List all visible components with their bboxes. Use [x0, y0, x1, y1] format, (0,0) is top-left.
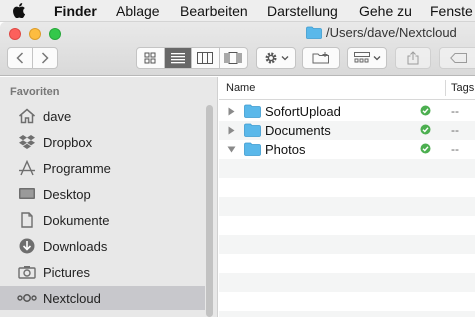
folder-icon	[244, 142, 261, 156]
file-tags: --	[451, 142, 459, 156]
view-list-button[interactable]	[164, 48, 192, 68]
empty-row	[219, 159, 475, 178]
window-title: /Users/dave/Nextcloud	[306, 25, 457, 41]
chevron-left-icon	[16, 52, 24, 64]
empty-row	[219, 311, 475, 317]
gear-icon	[264, 52, 277, 64]
tags-button[interactable]	[439, 47, 475, 69]
sidebar-item-label: Dropbox	[43, 134, 93, 150]
file-tags: --	[451, 104, 459, 118]
menu-fenster[interactable]: Fenste	[430, 3, 473, 19]
zoom-button[interactable]	[49, 28, 61, 40]
close-button[interactable]	[9, 28, 21, 40]
column-separator[interactable]	[445, 80, 446, 96]
sync-ok-icon	[420, 124, 431, 135]
action-button[interactable]	[256, 47, 296, 69]
sidebar-item-pictures[interactable]: Pictures	[0, 260, 205, 284]
file-list: Name Tags SofortUpload -- Documents -- P…	[219, 77, 475, 317]
new-folder-icon	[312, 52, 329, 64]
empty-row	[219, 197, 475, 216]
share-button[interactable]	[395, 47, 431, 69]
file-name: Documents	[265, 123, 331, 138]
sidebar-item-label: Dokumente	[43, 212, 110, 228]
sidebar-scrollbar[interactable]	[206, 105, 213, 317]
empty-row	[219, 235, 475, 254]
sidebar-item-dave[interactable]: dave	[0, 104, 205, 128]
list-icon	[170, 53, 185, 64]
sidebar-item-label: Nextcloud	[43, 290, 101, 306]
chevron-down-icon	[281, 56, 288, 61]
tag-icon	[450, 53, 467, 63]
sidebar-item-dropbox[interactable]: Dropbox	[0, 130, 205, 154]
chevron-right-icon	[41, 52, 49, 64]
list-item[interactable]: Documents --	[219, 121, 475, 140]
gallery-icon	[224, 52, 242, 64]
downloads-icon	[17, 237, 37, 255]
menu-gehe-zu[interactable]: Gehe zu	[359, 3, 412, 19]
sidebar-item-downloads[interactable]: Downloads	[0, 234, 205, 258]
view-icons-button[interactable]	[137, 48, 165, 68]
finder-window: /Users/dave/Nextcloud Favoriten dave Dro…	[0, 22, 475, 317]
sidebar-section-favorites: Favoriten	[10, 86, 60, 98]
new-folder-button[interactable]	[302, 47, 340, 69]
menu-darstellung[interactable]: Darstellung	[267, 3, 338, 19]
sync-ok-icon	[420, 105, 431, 116]
menu-ablage[interactable]: Ablage	[116, 3, 160, 19]
sidebar-item-desktop[interactable]: Desktop	[0, 182, 205, 206]
window-title-path: /Users/dave/Nextcloud	[326, 25, 457, 40]
applications-icon	[17, 159, 37, 177]
folder-icon	[306, 26, 322, 39]
sidebar: Favoriten dave Dropbox Programme Desktop…	[0, 77, 218, 317]
sidebar-item-dokumente[interactable]: Dokumente	[0, 208, 205, 232]
forward-button[interactable]	[33, 48, 57, 68]
group-by-button[interactable]	[347, 47, 387, 69]
back-button[interactable]	[8, 48, 33, 68]
apple-menu-icon[interactable]	[12, 3, 26, 18]
view-gallery-button[interactable]	[220, 48, 247, 68]
list-header: Name Tags	[219, 77, 475, 100]
columns-icon	[197, 52, 214, 64]
nav-buttons	[7, 47, 58, 69]
minimize-button[interactable]	[29, 28, 41, 40]
view-columns-button[interactable]	[192, 48, 220, 68]
column-header-name[interactable]: Name	[226, 82, 255, 94]
chevron-down-icon	[373, 56, 380, 61]
sync-ok-icon	[420, 143, 431, 154]
sidebar-item-programme[interactable]: Programme	[0, 156, 205, 180]
folder-icon	[244, 123, 261, 137]
share-icon	[407, 51, 419, 65]
sidebar-item-nextcloud[interactable]: Nextcloud	[0, 286, 205, 310]
file-name: Photos	[265, 142, 306, 157]
disclosure-triangle-collapsed-icon[interactable]	[228, 126, 235, 135]
sidebar-item-label: Downloads	[43, 238, 108, 254]
title-bar: /Users/dave/Nextcloud	[0, 22, 475, 76]
disclosure-triangle-collapsed-icon[interactable]	[228, 107, 235, 116]
folder-icon	[244, 104, 261, 118]
dropbox-icon	[17, 133, 37, 151]
grid-icon	[144, 52, 156, 64]
sidebar-item-label: Pictures	[43, 264, 90, 280]
camera-icon	[17, 263, 37, 281]
view-mode-control	[136, 47, 248, 69]
group-icon	[353, 52, 370, 63]
empty-row	[219, 273, 475, 292]
documents-icon	[17, 211, 37, 229]
menu-bearbeiten[interactable]: Bearbeiten	[180, 3, 248, 19]
menu-bar: Finder Ablage Bearbeiten Darstellung Geh…	[0, 0, 475, 22]
menu-finder[interactable]: Finder	[54, 3, 97, 19]
home-icon	[17, 107, 37, 125]
list-item[interactable]: SofortUpload --	[219, 102, 475, 121]
desktop-icon	[17, 185, 37, 203]
nextcloud-icon	[17, 289, 37, 307]
disclosure-triangle-expanded-icon[interactable]	[227, 146, 236, 153]
sidebar-item-label: Desktop	[43, 186, 91, 202]
column-header-tags[interactable]: Tags	[451, 82, 474, 94]
list-item[interactable]: Photos --	[219, 140, 475, 159]
file-name: SofortUpload	[265, 104, 341, 119]
file-tags: --	[451, 123, 459, 137]
sidebar-item-label: dave	[43, 108, 72, 124]
sidebar-item-label: Programme	[43, 160, 111, 176]
